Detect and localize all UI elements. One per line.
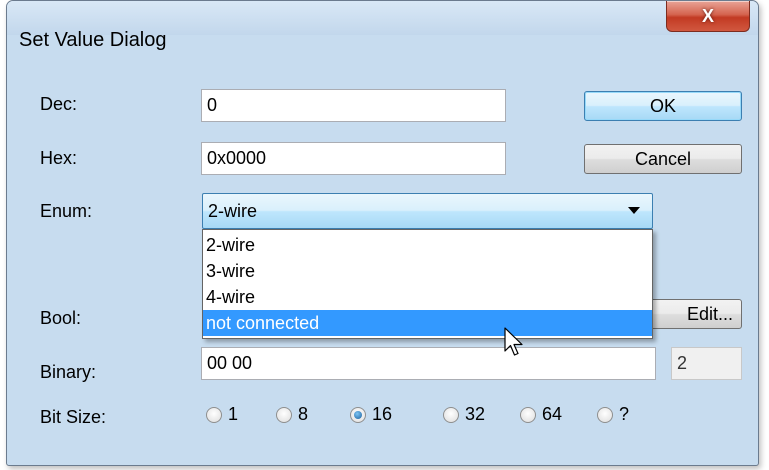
bit-size-option-label: ? <box>619 404 630 424</box>
window-title: Set Value Dialog <box>19 29 167 51</box>
close-button[interactable]: X <box>666 1 750 32</box>
binary-label: Binary: <box>40 362 97 382</box>
enum-label: Enum: <box>40 201 93 221</box>
radio-circle <box>520 406 536 423</box>
radio-circle-selected <box>350 406 366 423</box>
bit-size-radio-unknown[interactable]: ? <box>597 404 629 425</box>
enum-option[interactable]: 3-wire <box>203 258 652 284</box>
dec-input[interactable]: 0 <box>201 89 506 122</box>
radio-circle <box>597 406 613 423</box>
bit-size-option-label: 16 <box>372 404 393 424</box>
hex-label: Hex: <box>40 148 78 168</box>
bool-edit-label: Edit... <box>686 303 733 324</box>
enum-select[interactable]: 2-wire <box>202 193 653 229</box>
bool-label: Bool: <box>40 308 82 328</box>
enum-selected-value: 2-wire <box>208 200 258 221</box>
radio-circle <box>443 406 459 423</box>
close-icon: X <box>701 5 714 26</box>
bit-size-radio-32[interactable]: 32 <box>443 404 485 425</box>
bit-size-option-label: 1 <box>228 404 239 424</box>
ok-button[interactable]: OK <box>584 91 742 121</box>
bit-size-radio-1[interactable]: 1 <box>206 404 238 425</box>
cancel-button[interactable]: Cancel <box>584 144 742 174</box>
enum-option[interactable]: 4-wire <box>203 284 652 310</box>
bit-size-option-label: 64 <box>542 404 563 424</box>
bit-size-option-label: 8 <box>298 404 309 424</box>
bit-size-option-label: 32 <box>465 404 486 424</box>
enum-option-selected[interactable]: not connected <box>203 310 652 336</box>
bit-size-radio-8[interactable]: 8 <box>276 404 308 425</box>
binary-input[interactable]: 00 00 <box>201 347 656 380</box>
enum-dropdown-list: 2-wire 3-wire 4-wire not connected <box>202 229 653 339</box>
radio-circle <box>206 406 222 423</box>
bit-size-radio-64[interactable]: 64 <box>520 404 562 425</box>
enum-option[interactable]: 2-wire <box>203 232 652 258</box>
bit-size-label: Bit Size: <box>40 407 107 427</box>
radio-circle <box>276 406 292 423</box>
chevron-down-icon <box>628 207 640 214</box>
mouse-pointer-icon <box>504 327 523 356</box>
binary-size-field: 2 <box>671 347 742 380</box>
hex-input[interactable]: 0x0000 <box>201 142 506 175</box>
dec-label: Dec: <box>40 94 78 114</box>
bit-size-radio-16[interactable]: 16 <box>350 404 392 425</box>
